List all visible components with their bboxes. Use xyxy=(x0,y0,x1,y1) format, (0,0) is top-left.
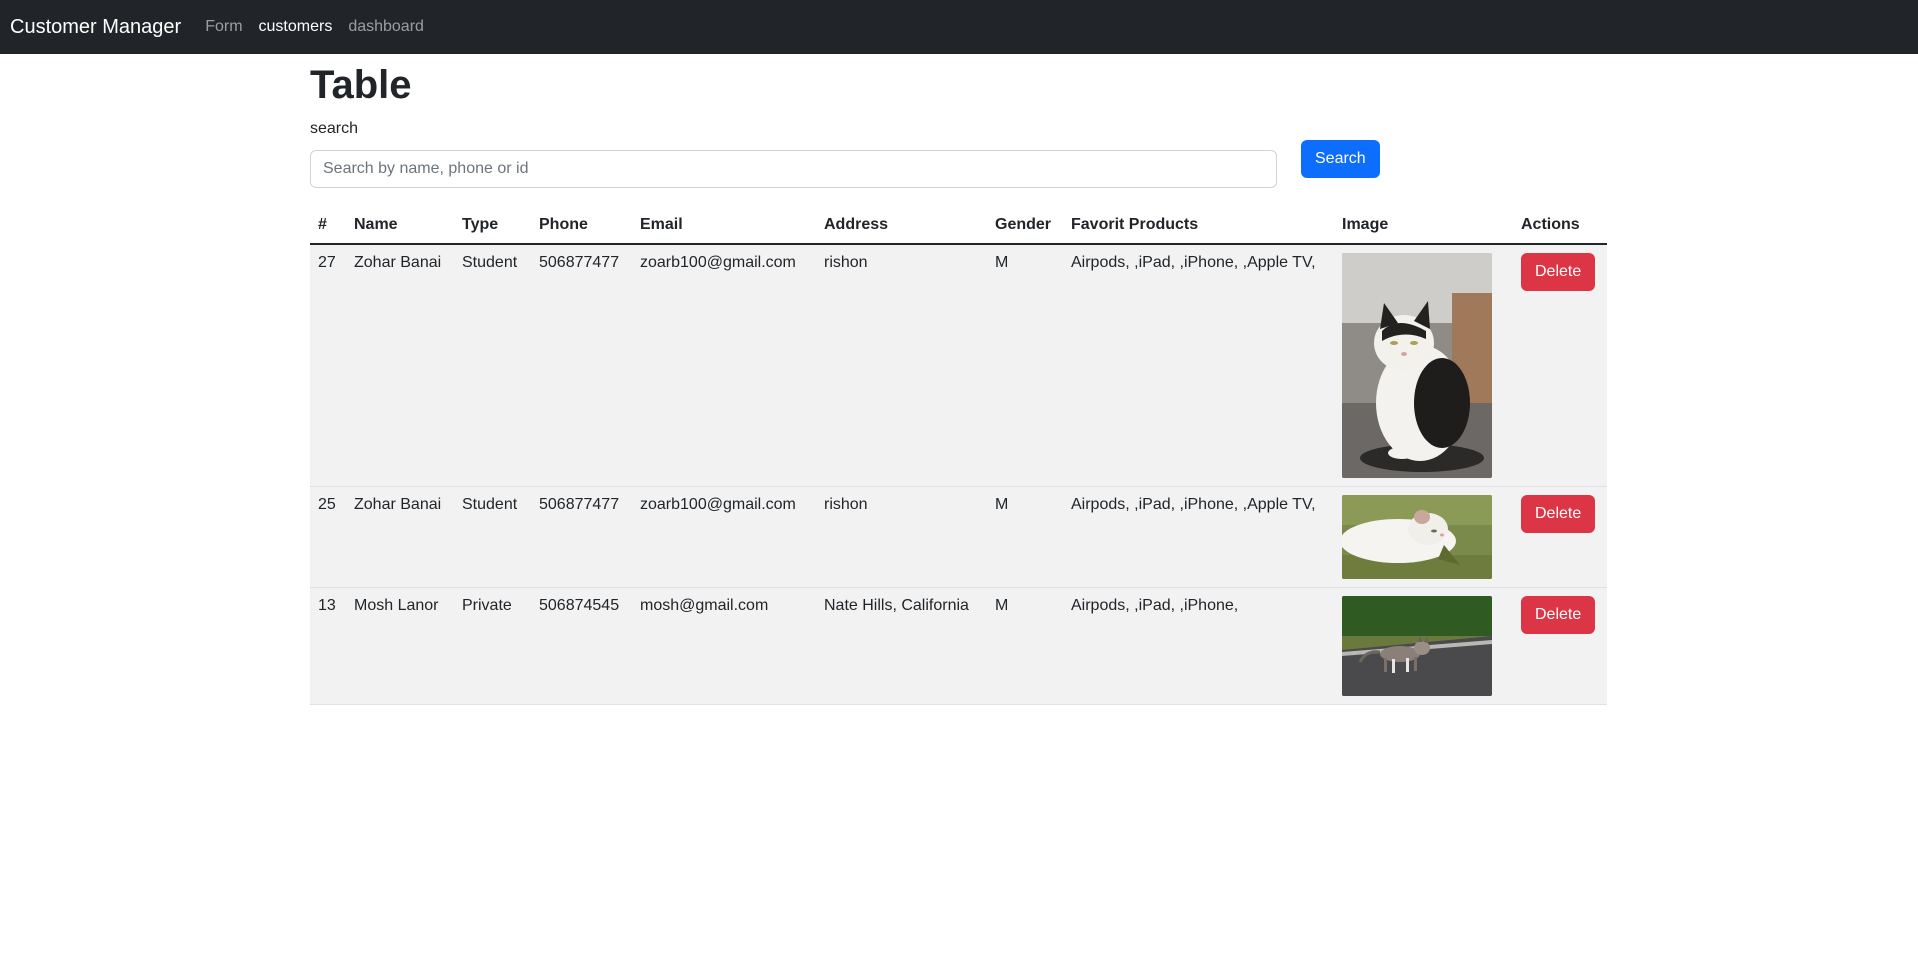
col-header-gender: Gender xyxy=(987,206,1063,245)
cell-image xyxy=(1334,486,1513,588)
nav-link-form[interactable]: Form xyxy=(205,18,242,36)
col-header-name: Name xyxy=(346,206,454,245)
col-header-email: Email xyxy=(632,206,816,245)
search-label: search xyxy=(310,120,359,137)
cell-actions: Delete xyxy=(1513,587,1607,705)
cell-phone: 506874545 xyxy=(531,587,632,705)
cell-id: 27 xyxy=(310,244,346,487)
col-header-type: Type xyxy=(454,206,531,245)
search-row: Search xyxy=(310,140,1607,188)
search-input[interactable] xyxy=(310,150,1277,188)
cell-address: Nate Hills, California xyxy=(816,587,987,705)
cell-products: Airpods, ,iPad, ,iPhone, xyxy=(1063,587,1334,705)
page-title: Table xyxy=(310,63,412,107)
col-header-actions: Actions xyxy=(1513,206,1607,245)
nav-link-customers[interactable]: customers xyxy=(259,18,333,36)
cell-type: Private xyxy=(454,587,531,705)
col-header-phone: Phone xyxy=(531,206,632,245)
cell-gender: M xyxy=(987,244,1063,487)
cell-name: Zohar Banai xyxy=(346,486,454,588)
table-row: 25 Zohar Banai Student 506877477 zoarb10… xyxy=(310,486,1607,588)
cell-address: rishon xyxy=(816,486,987,588)
cell-phone: 506877477 xyxy=(531,486,632,588)
cell-actions: Delete xyxy=(1513,244,1607,487)
main-content: Table search Search # Name Type Phone Em… xyxy=(310,54,1607,705)
col-header-image: Image xyxy=(1334,206,1513,245)
cell-address: rishon xyxy=(816,244,987,487)
col-header-id: # xyxy=(310,206,346,245)
customer-photo-cat-image xyxy=(1342,253,1492,478)
customer-photo-cat-image xyxy=(1342,495,1492,579)
cell-gender: M xyxy=(987,587,1063,705)
customer-photo-cat-image xyxy=(1342,596,1492,696)
cell-products: Airpods, ,iPad, ,iPhone, ,Apple TV, xyxy=(1063,244,1334,487)
top-navbar: Customer Manager Form customers dashboar… xyxy=(0,0,1918,54)
cell-actions: Delete xyxy=(1513,486,1607,588)
table-header-row: # Name Type Phone Email Address Gender F… xyxy=(310,206,1607,245)
nav-link-dashboard[interactable]: dashboard xyxy=(348,18,424,36)
table-row: 13 Mosh Lanor Private 506874545 mosh@gma… xyxy=(310,587,1607,705)
cell-name: Zohar Banai xyxy=(346,244,454,487)
cell-name: Mosh Lanor xyxy=(346,587,454,705)
cell-email: zoarb100@gmail.com xyxy=(632,486,816,588)
customers-table: # Name Type Phone Email Address Gender F… xyxy=(310,206,1607,705)
brand-link[interactable]: Customer Manager xyxy=(10,16,181,39)
cell-phone: 506877477 xyxy=(531,244,632,487)
search-button[interactable]: Search xyxy=(1301,140,1380,178)
col-header-address: Address xyxy=(816,206,987,245)
cell-email: mosh@gmail.com xyxy=(632,587,816,705)
delete-button[interactable]: Delete xyxy=(1521,596,1596,634)
cell-id: 25 xyxy=(310,486,346,588)
delete-button[interactable]: Delete xyxy=(1521,253,1596,291)
col-header-products: Favorit Products xyxy=(1063,206,1334,245)
cell-type: Student xyxy=(454,486,531,588)
cell-gender: M xyxy=(987,486,1063,588)
cell-type: Student xyxy=(454,244,531,487)
cell-image xyxy=(1334,587,1513,705)
delete-button[interactable]: Delete xyxy=(1521,495,1596,533)
cell-image xyxy=(1334,244,1513,487)
table-row: 27 Zohar Banai Student 506877477 zoarb10… xyxy=(310,244,1607,487)
cell-email: zoarb100@gmail.com xyxy=(632,244,816,487)
cell-products: Airpods, ,iPad, ,iPhone, ,Apple TV, xyxy=(1063,486,1334,588)
cell-id: 13 xyxy=(310,587,346,705)
